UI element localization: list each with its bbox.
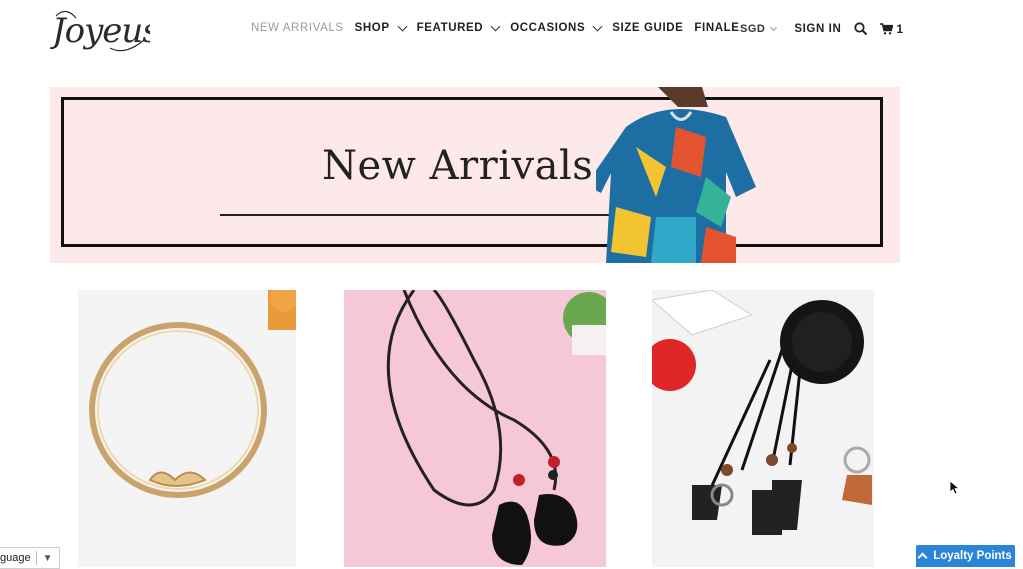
loyalty-label: Loyalty Points: [933, 550, 1012, 562]
product-image: [89, 290, 296, 498]
logo-wordmark: Joyeus: [46, 10, 160, 52]
svg-text:Joyeus: Joyeus: [50, 11, 150, 51]
banner-title: New Arrivals: [322, 143, 594, 189]
chevron-down-icon: [397, 21, 408, 31]
product-image: [386, 290, 606, 565]
loyalty-points-button[interactable]: Loyalty Points: [916, 545, 1015, 567]
nav-occasions[interactable]: OCCASIONS: [510, 21, 603, 34]
sign-in-link[interactable]: SIGN IN: [794, 23, 841, 35]
banner-divider: [220, 214, 650, 216]
nav-label: OCCASIONS: [510, 22, 586, 34]
nav-label: FEATURED: [416, 22, 484, 34]
product-card-black-braided-tassel-necklace[interactable]: [652, 290, 874, 567]
cart-count: 1: [896, 22, 904, 36]
currency-label: SGD: [740, 23, 766, 35]
nav-shop[interactable]: SHOP: [354, 21, 408, 34]
nav-label: SIZE GUIDE: [612, 22, 684, 34]
dropdown-arrow-icon: ▼: [42, 552, 53, 564]
product-card-black-tassel-necklace[interactable]: [344, 290, 606, 567]
model-dress-image: [596, 87, 756, 263]
nav-label: SHOP: [354, 22, 390, 34]
site-header: Joyeus NEW ARRIVALS SHOP FEATURED OCCASI…: [0, 0, 1023, 60]
header-actions: SGD SIGN IN 1: [740, 22, 903, 36]
nav-label: FINALE: [694, 22, 740, 34]
logo[interactable]: Joyeus: [46, 4, 160, 58]
mouse-cursor-icon: [950, 481, 960, 495]
cart-button[interactable]: 1: [880, 22, 903, 36]
new-arrivals-banner: New Arrivals: [50, 87, 900, 263]
nav-size-guide[interactable]: SIZE GUIDE: [612, 22, 683, 34]
nav-featured[interactable]: FEATURED: [416, 21, 501, 34]
product-card-gold-belt[interactable]: [78, 290, 296, 567]
product-image: [652, 290, 872, 535]
language-label: guage: [0, 552, 31, 564]
main-nav: NEW ARRIVALS SHOP FEATURED OCCASIONS SIZ…: [251, 21, 751, 34]
language-selector[interactable]: guage ▼: [0, 547, 60, 569]
nav-new-arrivals[interactable]: NEW ARRIVALS: [251, 22, 344, 34]
nav-label: NEW ARRIVALS: [251, 22, 344, 34]
nav-finale[interactable]: FINALE: [694, 22, 739, 34]
cart-icon: [880, 23, 894, 35]
chevron-down-icon: [592, 21, 603, 31]
currency-selector[interactable]: SGD: [740, 23, 778, 35]
chevron-down-icon: [770, 23, 778, 31]
chevron-up-icon: [917, 552, 928, 563]
chevron-down-icon: [490, 21, 501, 31]
search-icon[interactable]: [854, 22, 868, 36]
